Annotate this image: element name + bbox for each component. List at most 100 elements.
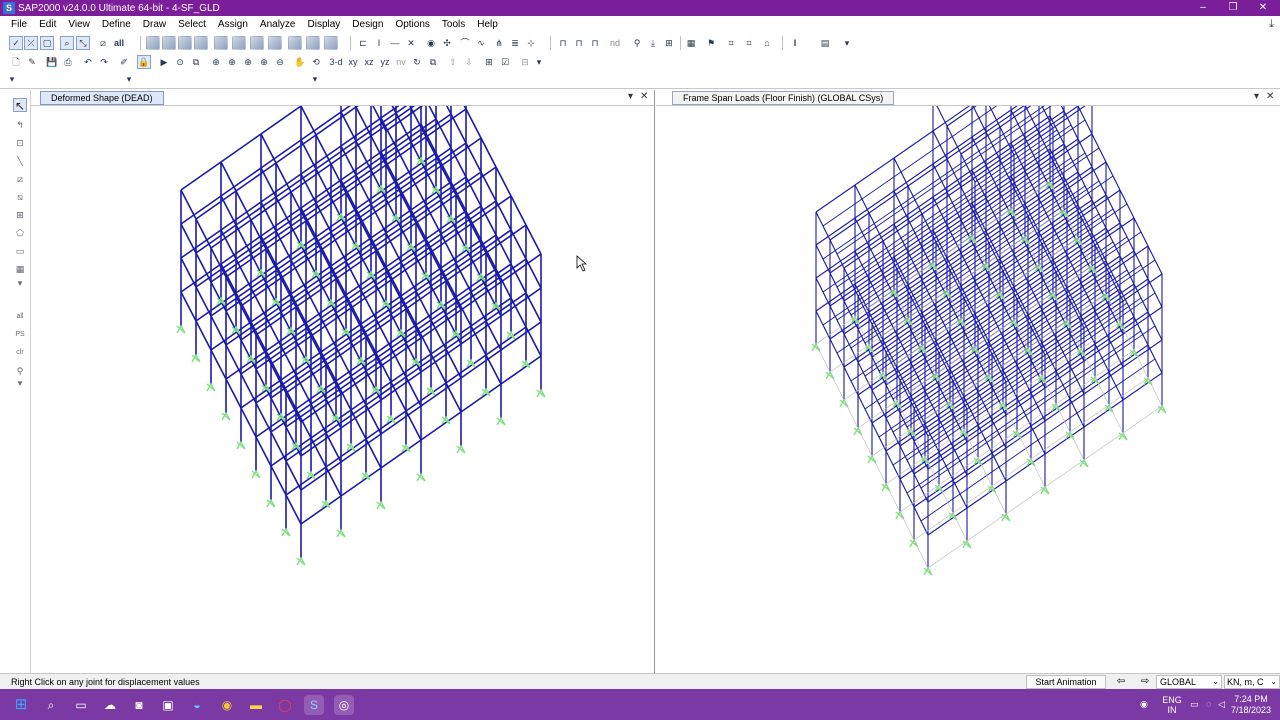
view-3d-button[interactable]: 3-d (327, 55, 345, 69)
restore-button[interactable]: ❐ (1218, 0, 1248, 16)
draw-rectangular-area-icon[interactable]: ▭ (13, 244, 27, 258)
assign-point-load-icon[interactable]: ⤓ (646, 36, 660, 50)
save-model-icon[interactable]: 💾 (45, 55, 59, 69)
language-indicator[interactable]: ENG IN (1160, 695, 1184, 715)
node-display-button[interactable]: nd (608, 36, 622, 50)
move-down-icon[interactable]: ⇩ (462, 55, 476, 69)
run-staged-icon[interactable]: ⧉ (189, 55, 203, 69)
assign-to-group-icon[interactable]: ☑ (498, 55, 512, 69)
task-view-icon[interactable]: ▭ (71, 695, 91, 715)
teams-chat-icon[interactable]: ◙ (129, 695, 149, 715)
pane-dropdown-icon-right[interactable]: ▾ (1254, 91, 1259, 102)
antivirus-tray-icon[interactable]: ◉ (1140, 699, 1148, 709)
restore-full-view-icon[interactable]: ⊕ (225, 55, 239, 69)
redo-icon[interactable]: ↷ (97, 55, 111, 69)
quick-draw-frame-icon[interactable]: ⧄ (13, 172, 27, 186)
design-steel-icon[interactable]: ⌗ (724, 36, 738, 50)
menu-analyze[interactable]: Analyze (254, 19, 302, 30)
widgets-icon[interactable]: ☁ (100, 695, 120, 715)
display-tables-icon[interactable]: ▤ (818, 36, 832, 50)
cut-icon[interactable] (146, 36, 160, 50)
next-step-icon[interactable]: ⇨ (1136, 675, 1154, 689)
copy-icon[interactable] (162, 36, 176, 50)
view-xz-button[interactable]: xz (361, 55, 377, 69)
toolbar-dropdown-icon-1[interactable]: ▾ (5, 72, 19, 86)
menu-define[interactable]: Define (96, 19, 137, 30)
run-analysis-icon[interactable]: ⚑ (704, 36, 718, 50)
download-icon[interactable]: ⤓ (1269, 18, 1274, 31)
draw-special-joint-icon[interactable]: ⊡ (13, 136, 27, 150)
menu-options[interactable]: Options (389, 19, 435, 30)
draw-beam-icon[interactable]: — (388, 36, 402, 50)
draw-poly-area-icon[interactable]: ⬠ (13, 226, 27, 240)
view-yz-button[interactable]: yz (377, 55, 393, 69)
previous-step-icon[interactable]: ⇦ (1112, 675, 1130, 689)
frame-span-loads-3d-view[interactable] (656, 106, 1280, 673)
pan-window-icon[interactable]: ⤡ (76, 36, 90, 50)
rubber-band-zoom-icon[interactable]: ▢ (40, 36, 54, 50)
assign-frame-load-icon[interactable]: ⊞ (662, 36, 676, 50)
design-concrete-icon[interactable]: ⌗ (742, 36, 756, 50)
draw-tendon-icon[interactable]: ∿ (474, 36, 488, 50)
view-xy-button[interactable]: xy (345, 55, 361, 69)
quick-draw-area-icon[interactable]: ▦ (13, 262, 27, 276)
draw-column-icon[interactable]: I (372, 36, 386, 50)
draw-link-icon[interactable]: ✣ (440, 36, 454, 50)
toolbar-overflow-icon-2[interactable]: ▾ (532, 55, 546, 69)
reshape-icon[interactable]: ⧄ (96, 36, 110, 50)
start-animation-button[interactable]: Start Animation (1026, 675, 1106, 689)
toolbar-dropdown-icon-2[interactable]: ▾ (122, 72, 136, 86)
pane-title-right[interactable]: Frame Span Loads (Floor Finish) (GLOBAL … (672, 91, 895, 105)
rotate-3d-icon[interactable]: ⟲ (309, 55, 323, 69)
deformed-shape-pane[interactable]: Deformed Shape (DEAD) ▾ ✕ (31, 90, 655, 673)
opera-browser-icon[interactable]: ◯ (275, 695, 295, 715)
menu-design[interactable]: Design (346, 19, 389, 30)
paste-icon[interactable] (178, 36, 192, 50)
screen-recorder-icon[interactable]: ◎ (334, 695, 354, 715)
pointer-icon[interactable]: ↖ (13, 98, 27, 113)
zoom-window-icon[interactable]: ⌕ (60, 36, 74, 50)
run-icon[interactable]: ▶ (157, 55, 171, 69)
assign-load-icon[interactable]: ⚲ (630, 36, 644, 50)
dimension-line-icon[interactable]: ⊹ (524, 36, 538, 50)
join-frames-icon[interactable] (324, 36, 338, 50)
windows-start-icon[interactable]: ⊞ (11, 695, 31, 715)
menu-help[interactable]: Help (471, 19, 504, 30)
draw-brace-icon[interactable]: ✕ (404, 36, 418, 50)
menu-draw[interactable]: Draw (137, 19, 172, 30)
draw-joint-icon[interactable]: ◉ (424, 36, 438, 50)
move-up-icon[interactable]: ⇧ (446, 55, 460, 69)
design-cold-formed-icon[interactable]: ⌂ (760, 36, 774, 50)
frame-span-loads-pane[interactable]: Frame Span Loads (Floor Finish) (GLOBAL … (656, 90, 1280, 673)
pane-close-icon[interactable]: ✕ (640, 91, 648, 102)
replicate-icon[interactable] (214, 36, 228, 50)
draw-frame-icon[interactable]: ⊏ (356, 36, 370, 50)
menu-view[interactable]: View (62, 19, 96, 30)
assign-restraint-icon[interactable]: ⊓ (556, 36, 570, 50)
menu-tools[interactable]: Tools (436, 19, 471, 30)
show-tables-icon[interactable]: ▦ (684, 36, 698, 50)
set-display-options-icon[interactable]: ⊞ (482, 55, 496, 69)
window-select-icon[interactable]: ⤫ (24, 36, 38, 50)
zoom-out-icon[interactable]: ⊖ (273, 55, 287, 69)
left-toolbar-dropdown-icon-2[interactable]: ▾ (13, 376, 27, 390)
previous-selection-button[interactable]: PS (13, 328, 27, 342)
draw-cable-icon[interactable]: ⌒ (458, 36, 472, 50)
menu-select[interactable]: Select (172, 19, 212, 30)
restore-previous-zoom-icon[interactable]: ⊕ (241, 55, 255, 69)
assign-area-section-icon[interactable]: ⊓ (588, 36, 602, 50)
units-select[interactable]: KN, m, C ⌄ (1224, 675, 1280, 689)
quick-draw-secondary-beams-icon[interactable]: ⊞ (13, 208, 27, 222)
pan-icon[interactable]: ✋ (293, 55, 307, 69)
delete-icon[interactable] (194, 36, 208, 50)
menu-assign[interactable]: Assign (212, 19, 254, 30)
menu-file[interactable]: File (5, 19, 33, 30)
view-nv-button[interactable]: nv (393, 55, 409, 69)
print-graphics-icon[interactable]: ⎙ (61, 55, 75, 69)
move-icon[interactable] (250, 36, 264, 50)
edge-browser-icon[interactable]: ◒ (187, 695, 207, 715)
snap-icon[interactable] (288, 36, 302, 50)
chrome-browser-icon[interactable]: ◉ (217, 695, 237, 715)
rotate-view-icon[interactable]: ↻ (410, 55, 424, 69)
coordinate-system-select[interactable]: GLOBAL ⌄ (1156, 675, 1222, 689)
